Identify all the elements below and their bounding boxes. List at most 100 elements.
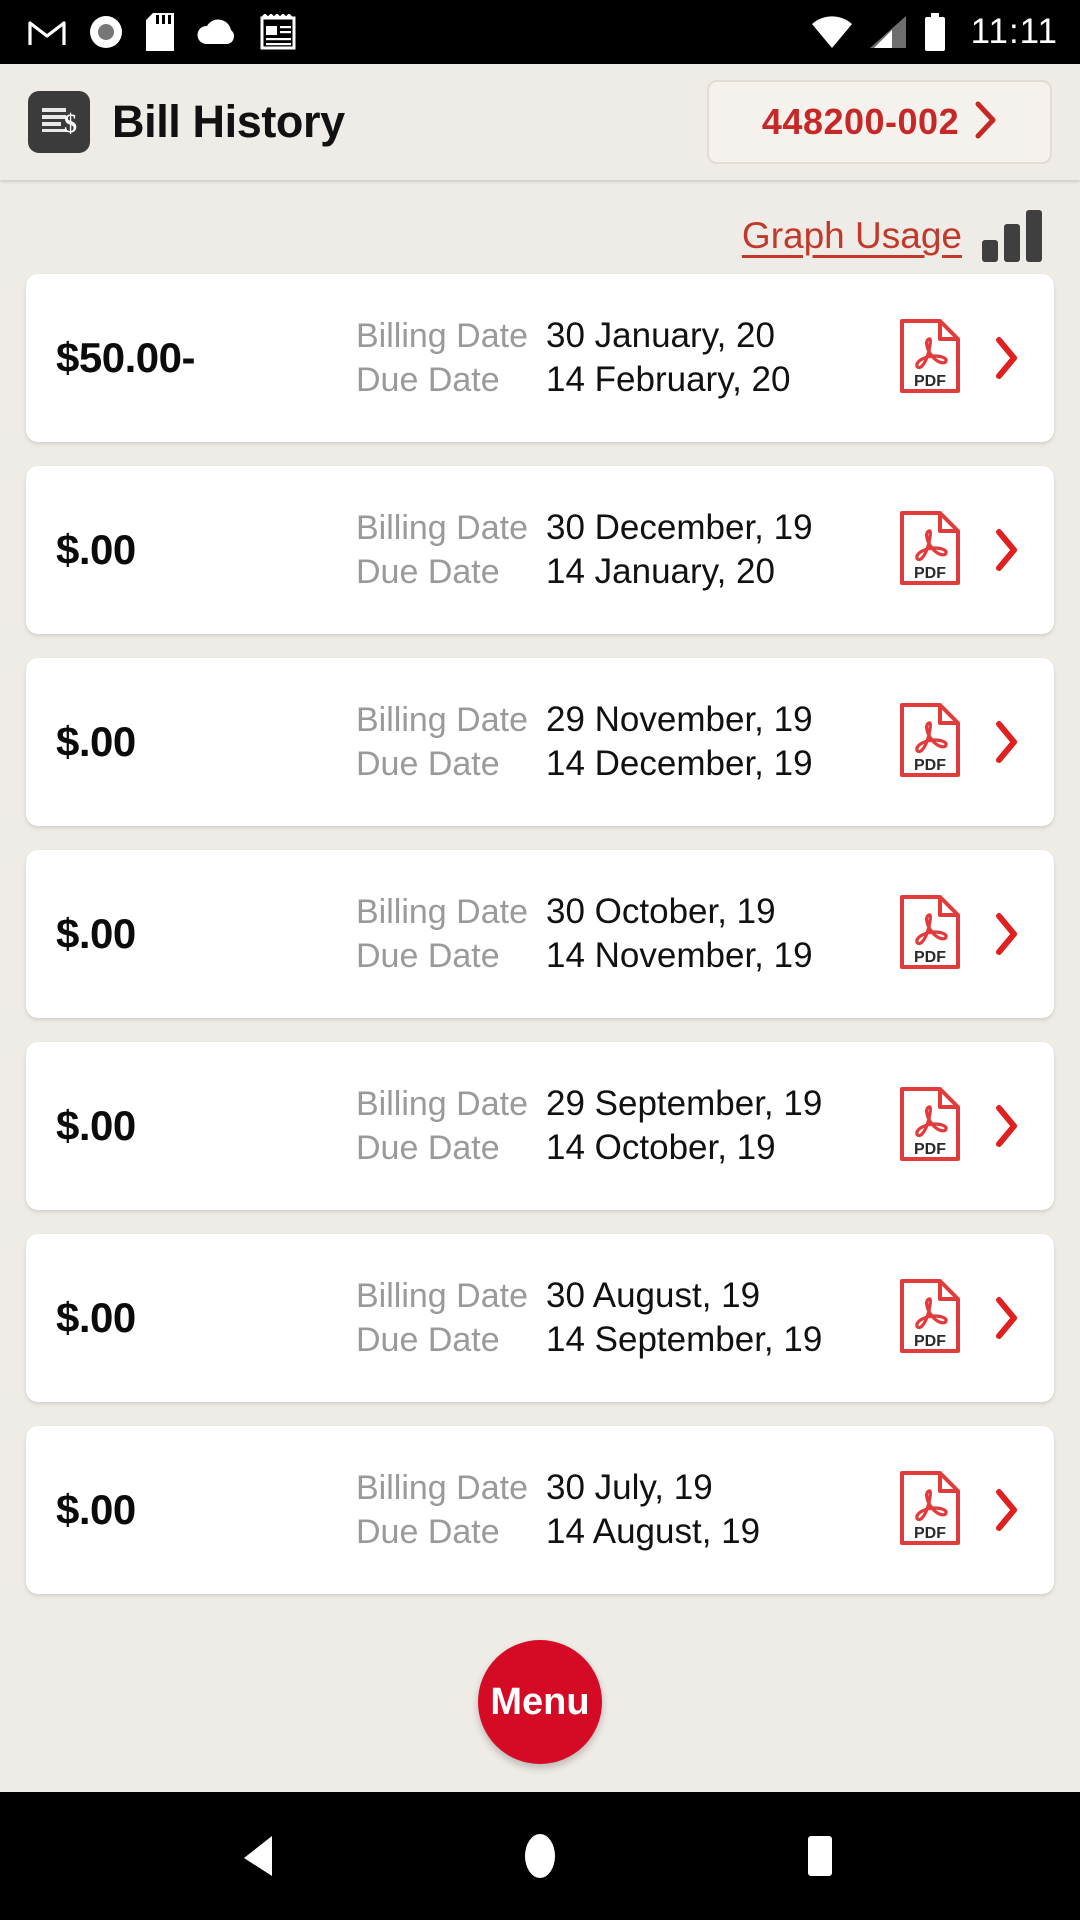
bill-dates: Billing Date 30 July, 19 Due Date 14 Aug… bbox=[356, 1468, 898, 1552]
cellular-signal-icon bbox=[869, 16, 906, 48]
recents-square-icon[interactable] bbox=[760, 1796, 880, 1916]
bar-chart-icon bbox=[982, 210, 1042, 262]
due-date-label: Due Date bbox=[356, 1129, 500, 1167]
billing-date-row: Billing Date 30 October, 19 bbox=[356, 892, 898, 932]
bill-row[interactable]: $.00 Billing Date 30 July, 19 Due Date 1… bbox=[26, 1426, 1054, 1594]
billing-date-value: 30 January, 20 bbox=[546, 316, 775, 355]
due-date-value: 14 January, 20 bbox=[546, 552, 775, 591]
due-date-label: Due Date bbox=[356, 1513, 500, 1551]
billing-date-value: 30 July, 19 bbox=[546, 1468, 713, 1507]
svg-text:PDF: PDF bbox=[914, 757, 946, 774]
due-date-row: Due Date 14 August, 19 bbox=[356, 1512, 898, 1552]
bill-amount: $.00 bbox=[56, 910, 136, 957]
bill-row[interactable]: $50.00- Billing Date 30 January, 20 Due … bbox=[26, 274, 1054, 442]
menu-fab-button[interactable]: Menu bbox=[478, 1640, 602, 1764]
billing-date-label: Billing Date bbox=[356, 1469, 528, 1507]
due-date-row: Due Date 14 December, 19 bbox=[356, 744, 898, 784]
status-bar-system-icons: 11:11 bbox=[811, 12, 1058, 52]
graph-usage-link[interactable]: Graph Usage bbox=[742, 215, 962, 257]
sd-card-icon bbox=[146, 13, 174, 51]
billing-date-row: Billing Date 30 July, 19 bbox=[356, 1468, 898, 1508]
billing-date-label: Billing Date bbox=[356, 701, 528, 739]
billing-date-label: Billing Date bbox=[356, 893, 528, 931]
billing-date-row: Billing Date 30 August, 19 bbox=[356, 1276, 898, 1316]
account-selector-button[interactable]: 448200-002 bbox=[707, 80, 1052, 164]
svg-text:PDF: PDF bbox=[914, 565, 946, 582]
chevron-right-icon[interactable] bbox=[994, 911, 1028, 957]
bill-dates: Billing Date 29 November, 19 Due Date 14… bbox=[356, 700, 898, 784]
bill-dates: Billing Date 30 December, 19 Due Date 14… bbox=[356, 508, 898, 592]
bill-dates: Billing Date 30 October, 19 Due Date 14 … bbox=[356, 892, 898, 976]
home-circle-icon[interactable] bbox=[480, 1796, 600, 1916]
billing-date-value: 29 November, 19 bbox=[546, 700, 813, 739]
due-date-row: Due Date 14 October, 19 bbox=[356, 1128, 898, 1168]
chevron-right-icon[interactable] bbox=[994, 335, 1028, 381]
due-date-label: Due Date bbox=[356, 745, 500, 783]
status-bar-clock: 11:11 bbox=[970, 12, 1058, 51]
billing-date-value: 30 December, 19 bbox=[546, 508, 813, 547]
pdf-file-icon[interactable]: PDF bbox=[898, 1469, 962, 1552]
pdf-file-icon[interactable]: PDF bbox=[898, 509, 962, 592]
billing-date-row: Billing Date 30 December, 19 bbox=[356, 508, 898, 548]
android-navigation-bar bbox=[0, 1792, 1080, 1920]
bill-row[interactable]: $.00 Billing Date 30 December, 19 Due Da… bbox=[26, 466, 1054, 634]
billing-date-value: 30 October, 19 bbox=[546, 892, 776, 931]
bill-amount: $.00 bbox=[56, 1486, 136, 1533]
due-date-row: Due Date 14 September, 19 bbox=[356, 1320, 898, 1360]
due-date-row: Due Date 14 February, 20 bbox=[356, 360, 898, 400]
billing-date-value: 30 August, 19 bbox=[546, 1276, 761, 1315]
billing-date-row: Billing Date 29 November, 19 bbox=[356, 700, 898, 740]
svg-text:PDF: PDF bbox=[914, 1141, 946, 1158]
chevron-right-icon[interactable] bbox=[994, 1487, 1028, 1533]
bill-amount: $.00 bbox=[56, 718, 136, 765]
chevron-right-icon[interactable] bbox=[994, 719, 1028, 765]
chevron-right-icon[interactable] bbox=[994, 527, 1028, 573]
svg-text:PDF: PDF bbox=[914, 1333, 946, 1350]
bill-row[interactable]: $.00 Billing Date 30 August, 19 Due Date… bbox=[26, 1234, 1054, 1402]
due-date-value: 14 December, 19 bbox=[546, 744, 813, 783]
due-date-row: Due Date 14 January, 20 bbox=[356, 552, 898, 592]
billing-date-label: Billing Date bbox=[356, 509, 528, 547]
pdf-file-icon[interactable]: PDF bbox=[898, 1277, 962, 1360]
account-number: 448200-002 bbox=[761, 101, 960, 142]
billing-date-row: Billing Date 29 September, 19 bbox=[356, 1084, 898, 1124]
billing-date-row: Billing Date 30 January, 20 bbox=[356, 316, 898, 356]
pdf-file-icon[interactable]: PDF bbox=[898, 701, 962, 784]
record-icon bbox=[90, 16, 122, 48]
back-triangle-icon[interactable] bbox=[200, 1796, 320, 1916]
graph-usage-row[interactable]: Graph Usage bbox=[0, 180, 1080, 274]
pdf-file-icon[interactable]: PDF bbox=[898, 893, 962, 976]
page-title: Bill History bbox=[112, 96, 345, 147]
bill-history-scroll[interactable]: Graph Usage $50.00- Billing Date 30 Janu… bbox=[0, 180, 1080, 1792]
billing-date-label: Billing Date bbox=[356, 1277, 528, 1315]
due-date-label: Due Date bbox=[356, 553, 500, 591]
bill-amount: $50.00- bbox=[56, 334, 195, 381]
svg-text:PDF: PDF bbox=[914, 949, 946, 966]
billing-date-value: 29 September, 19 bbox=[546, 1084, 823, 1123]
bill-row[interactable]: $.00 Billing Date 30 October, 19 Due Dat… bbox=[26, 850, 1054, 1018]
chevron-right-icon[interactable] bbox=[994, 1103, 1028, 1149]
due-date-value: 14 February, 20 bbox=[546, 360, 791, 399]
due-date-value: 14 August, 19 bbox=[546, 1512, 761, 1551]
gmail-icon bbox=[28, 21, 66, 45]
svg-text:PDF: PDF bbox=[914, 1525, 946, 1542]
chevron-right-icon[interactable] bbox=[994, 1295, 1028, 1341]
pdf-file-icon[interactable]: PDF bbox=[898, 317, 962, 400]
due-date-row: Due Date 14 November, 19 bbox=[356, 936, 898, 976]
bill-amount: $.00 bbox=[56, 1102, 136, 1149]
due-date-value: 14 September, 19 bbox=[546, 1320, 823, 1359]
pdf-file-icon[interactable]: PDF bbox=[898, 1085, 962, 1168]
bill-row[interactable]: $.00 Billing Date 29 September, 19 Due D… bbox=[26, 1042, 1054, 1210]
notes-icon bbox=[260, 14, 296, 50]
wifi-icon bbox=[811, 16, 852, 48]
bill-document-icon: $ bbox=[28, 91, 90, 153]
bill-dates: Billing Date 30 January, 20 Due Date 14 … bbox=[356, 316, 898, 400]
bill-amount: $.00 bbox=[56, 526, 136, 573]
bill-dates: Billing Date 29 September, 19 Due Date 1… bbox=[356, 1084, 898, 1168]
svg-text:PDF: PDF bbox=[914, 373, 946, 390]
due-date-value: 14 October, 19 bbox=[546, 1128, 776, 1167]
bill-row[interactable]: $.00 Billing Date 29 November, 19 Due Da… bbox=[26, 658, 1054, 826]
bill-amount: $.00 bbox=[56, 1294, 136, 1341]
menu-fab-label: Menu bbox=[490, 1680, 590, 1723]
battery-icon bbox=[924, 13, 945, 51]
